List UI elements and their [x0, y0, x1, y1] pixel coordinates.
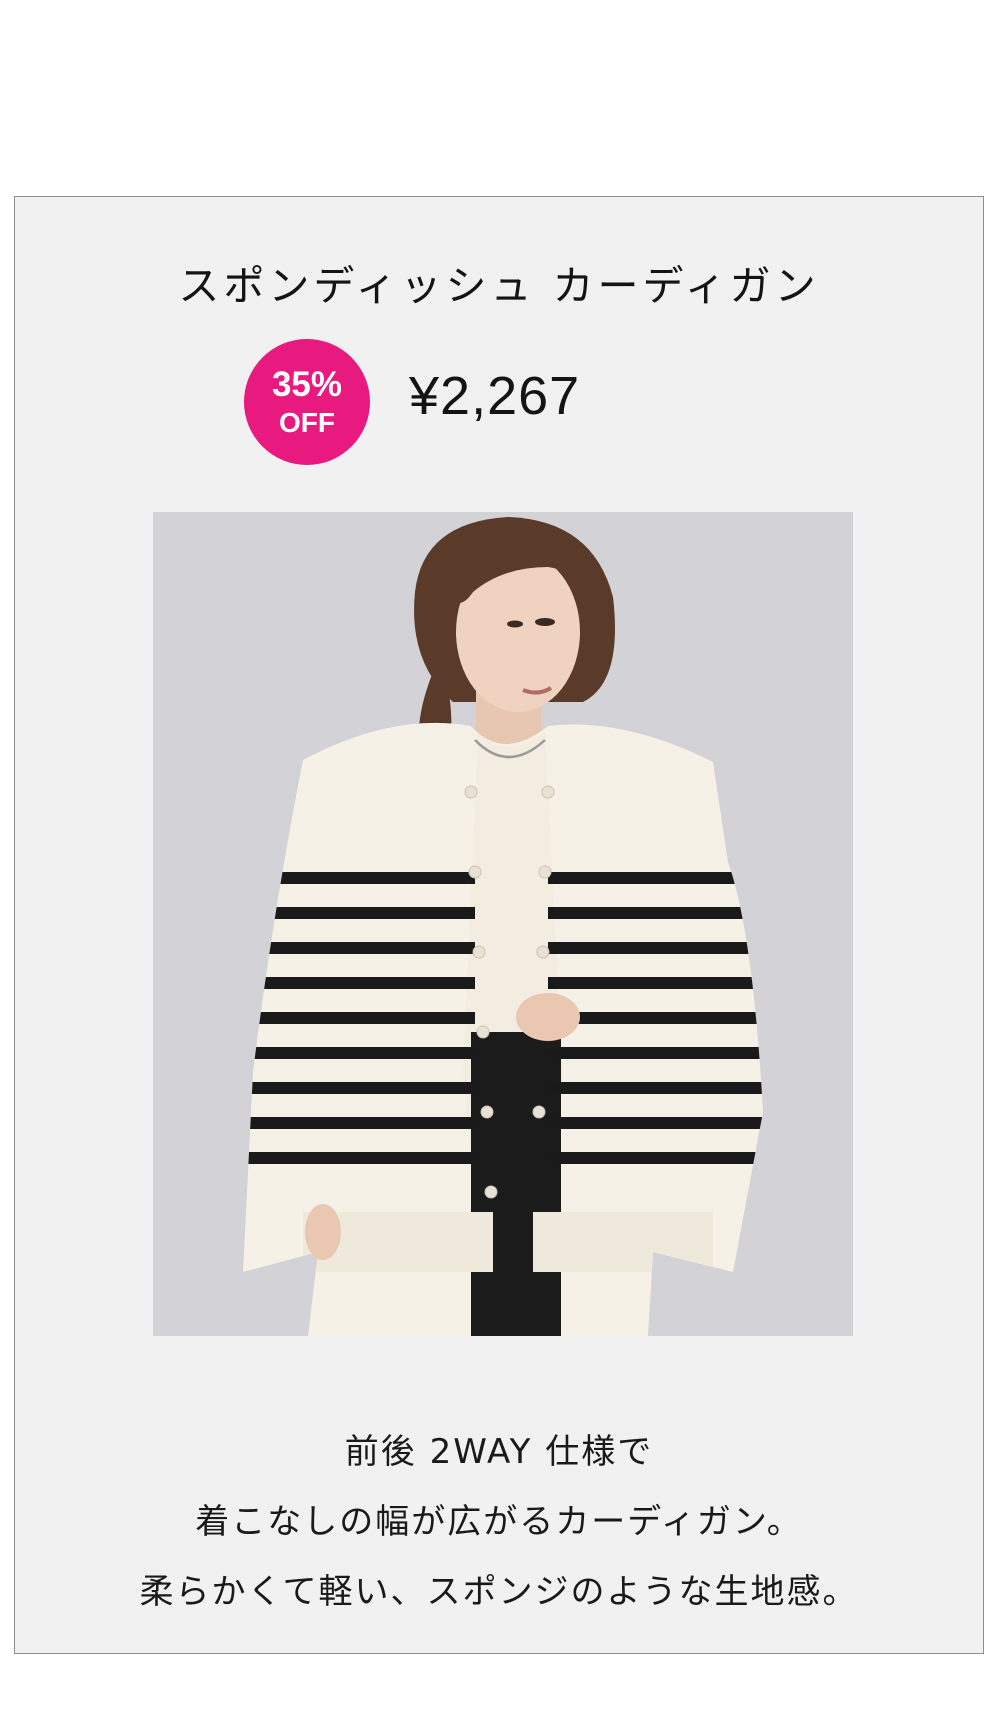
product-photo-illustration: [153, 512, 853, 1336]
product-price: ¥2,267: [409, 366, 581, 426]
product-title: スポンディッシュ カーディガン: [178, 262, 820, 310]
discount-badge: 35% OFF: [244, 339, 370, 465]
discount-percent: 35%: [271, 364, 343, 404]
discount-label: OFF: [279, 406, 335, 438]
description-line-2: 着こなしの幅が広がるカーディガン。: [195, 1502, 803, 1542]
description-line-3: 柔らかくて軽い、スポンジのような生地感。: [139, 1572, 859, 1612]
product-description: 前後 2WAY 仕様で 着こなしの幅が広がるカーディガン。 柔らかくて軽い、スポ…: [15, 1417, 983, 1627]
product-card[interactable]: スポンディッシュ カーディガン 35% OFF ¥2,267 前後 2WAY 仕…: [14, 196, 984, 1654]
product-photo[interactable]: [153, 512, 853, 1336]
description-line-1: 前後 2WAY 仕様で: [344, 1432, 654, 1472]
